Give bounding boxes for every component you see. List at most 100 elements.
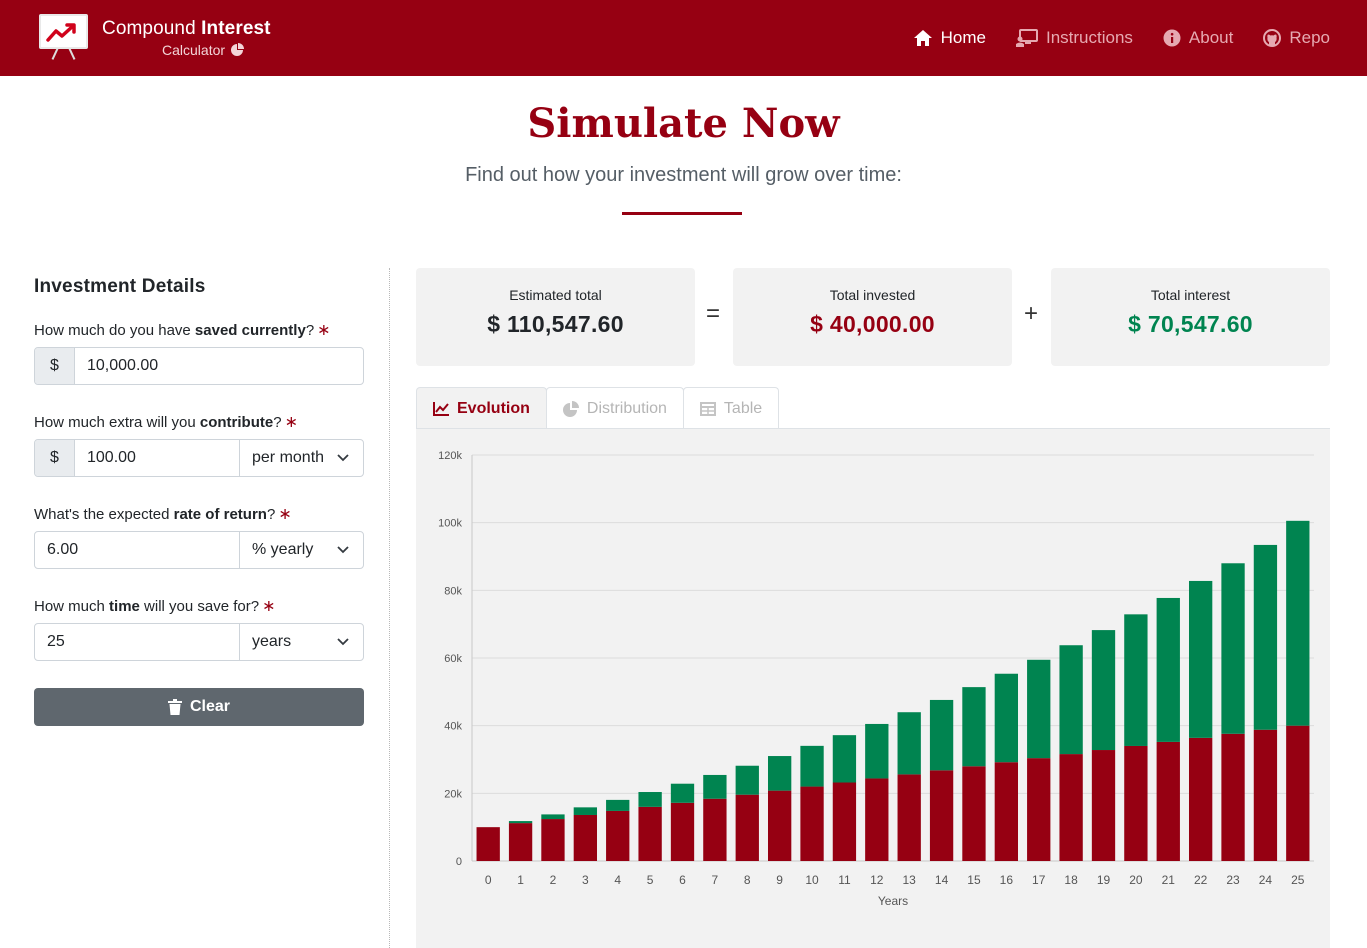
navbar: Compound Interest Calculator Home Instru…	[0, 0, 1367, 76]
x-axis-label: Years	[878, 894, 908, 908]
x-tick-label: 6	[679, 873, 686, 887]
bar-interest	[638, 792, 662, 807]
x-tick-label: 25	[1291, 873, 1305, 887]
bar-invested	[800, 786, 824, 861]
time-unit-select[interactable]: years	[239, 624, 363, 660]
bar-invested	[929, 770, 954, 861]
evolution-chart-panel: 0 20k 40k 60k 80k 100k 120k 0 1 2 3 4 5 6 7 8 9 10 11 12 13 1…	[416, 429, 1330, 948]
tab-distribution[interactable]: Distribution	[545, 387, 684, 429]
chart-tabs: Evolution Distribution Table	[416, 387, 780, 429]
time-field: 25 years	[34, 623, 364, 661]
x-tick-label: 17	[1032, 873, 1046, 887]
chevron-down-icon	[337, 638, 349, 646]
chevron-down-icon	[337, 546, 349, 554]
title-divider	[622, 212, 742, 215]
bar-interest	[1124, 614, 1148, 746]
x-tick-label: 23	[1226, 873, 1240, 887]
table-icon	[699, 401, 716, 416]
bar-interest	[573, 807, 598, 815]
bar-interest	[1156, 597, 1180, 742]
saved-label: How much do you have saved currently? ∗	[34, 322, 331, 339]
nav-instructions[interactable]: Instructions	[1015, 28, 1133, 48]
contribute-input[interactable]: 100.00	[75, 440, 239, 476]
required-asterisk: ∗	[317, 322, 331, 339]
x-tick-label: 13	[903, 873, 917, 887]
x-tick-label: 14	[935, 873, 949, 887]
rate-period-select[interactable]: % yearly	[239, 532, 363, 568]
bar-interest	[1188, 580, 1213, 738]
x-tick-label: 4	[614, 873, 621, 887]
total-invested-card: Total invested $ 40,000.00	[733, 268, 1012, 366]
bar-invested	[1027, 758, 1051, 861]
contribute-field: $ 100.00 per month	[34, 439, 364, 477]
x-tick-label: 9	[776, 873, 783, 887]
bar-interest	[606, 799, 630, 811]
x-tick-label: 15	[967, 873, 981, 887]
nav-about[interactable]: About	[1163, 28, 1233, 48]
chevron-down-icon	[337, 454, 349, 462]
bar-interest	[865, 723, 889, 779]
brand-title: Compound Interest	[102, 18, 271, 39]
bar-invested	[541, 819, 565, 861]
trash-icon	[167, 699, 182, 715]
bar-invested	[1286, 725, 1310, 861]
bar-invested	[1059, 754, 1083, 861]
required-asterisk: ∗	[284, 414, 298, 431]
bar-interest	[994, 673, 1019, 763]
brand[interactable]: Compound Interest Calculator	[37, 12, 271, 60]
page-subtitle: Find out how your investment will grow o…	[465, 164, 902, 186]
bar-interest	[832, 735, 857, 783]
x-tick-label: 1	[517, 873, 524, 887]
rate-input[interactable]: 6.00	[35, 532, 239, 568]
bar-invested	[767, 790, 792, 861]
estimated-total-value: $ 110,547.60	[487, 311, 624, 337]
nav-repo[interactable]: Repo	[1263, 28, 1330, 48]
x-tick-label: 5	[647, 873, 654, 887]
investment-form: Investment Details How much do you have …	[34, 276, 364, 726]
x-tick-label: 20	[1129, 873, 1143, 887]
bar-invested	[476, 827, 500, 861]
y-tick-label: 0	[456, 856, 462, 868]
x-tick-label: 7	[712, 873, 719, 887]
rate-label: What's the expected rate of return? ∗	[34, 506, 292, 523]
bar-interest	[962, 687, 986, 767]
bar-interest	[541, 814, 565, 820]
bar-invested	[1188, 737, 1213, 861]
bar-invested	[735, 794, 759, 861]
bar-interest	[735, 765, 759, 795]
y-tick-label: 100k	[438, 518, 462, 530]
bar-invested	[1124, 745, 1148, 861]
saved-field: $ 10,000.00	[34, 347, 364, 385]
bar-invested	[865, 778, 889, 861]
x-tick-label: 8	[744, 873, 751, 887]
time-label: How much time will you save for? ∗	[34, 598, 276, 615]
github-icon	[1263, 29, 1282, 47]
bar-invested	[994, 762, 1019, 861]
saved-input[interactable]: 10,000.00	[75, 348, 363, 384]
plus-sign: +	[1024, 300, 1039, 327]
pie-chart-icon	[562, 400, 579, 417]
y-tick-label: 120k	[438, 450, 462, 462]
tab-table[interactable]: Table	[682, 387, 780, 429]
required-asterisk: ∗	[262, 598, 276, 615]
time-input[interactable]: 25	[35, 624, 239, 660]
bar-invested	[1091, 750, 1116, 861]
bar-invested	[897, 774, 921, 861]
y-tick-label: 40k	[444, 721, 462, 733]
bar-invested	[1253, 729, 1278, 861]
column-divider	[389, 268, 390, 948]
bar-invested	[832, 782, 857, 861]
bar-invested	[962, 766, 986, 861]
bar-interest	[1253, 544, 1278, 730]
contribute-label: How much extra will you contribute? ∗	[34, 414, 298, 431]
chart-board-logo-icon	[37, 12, 90, 60]
bar-invested	[670, 802, 695, 861]
clear-button[interactable]: Clear	[34, 688, 364, 726]
estimated-total-card: Estimated total $ 110,547.60	[416, 268, 695, 366]
y-tick-label: 80k	[444, 585, 462, 597]
nav-home[interactable]: Home	[913, 28, 986, 48]
total-interest-card: Total interest $ 70,547.60	[1051, 268, 1330, 366]
contribute-frequency-select[interactable]: per month	[239, 440, 363, 476]
bar-interest	[1027, 659, 1051, 759]
tab-evolution[interactable]: Evolution	[416, 387, 547, 429]
